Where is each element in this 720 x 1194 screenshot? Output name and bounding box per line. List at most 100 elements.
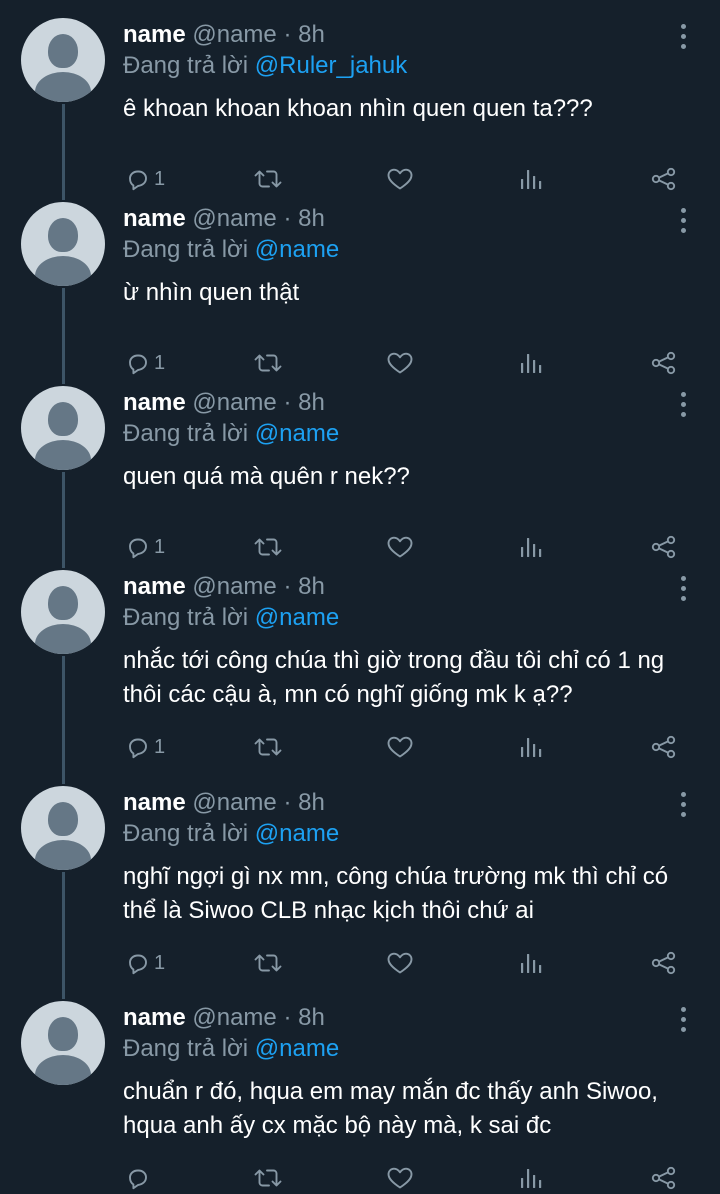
replying-to-mention[interactable]: @name (255, 420, 339, 447)
tweet-actions: 1 (0, 343, 720, 383)
retweet-icon-glyph (254, 738, 282, 756)
tweet-actions: 1 (0, 527, 720, 567)
tweet-timestamp[interactable]: 8h (298, 21, 325, 48)
retweet-button[interactable] (253, 1158, 283, 1194)
display-name[interactable]: name (123, 789, 186, 816)
replying-to-mention[interactable]: @name (255, 820, 339, 847)
retweet-icon-glyph (254, 954, 282, 972)
analytics-button[interactable] (519, 343, 543, 383)
replying-to-mention[interactable]: @Ruler_jahuk (255, 52, 407, 79)
more-vertical-icon[interactable] (676, 24, 690, 50)
share-button[interactable] (650, 1158, 678, 1194)
analytics-button[interactable] (519, 159, 543, 199)
retweet-button[interactable] (253, 343, 283, 383)
reply-button[interactable] (126, 1158, 154, 1194)
tweet-timestamp[interactable]: 8h (298, 789, 325, 816)
default-avatar-body (35, 840, 91, 870)
avatar[interactable] (21, 18, 105, 102)
reply-button[interactable]: 1 (126, 943, 165, 983)
more-vertical-icon[interactable] (676, 576, 690, 602)
user-handle[interactable]: @name (192, 21, 276, 48)
share-button[interactable] (650, 159, 678, 199)
more-vertical-icon[interactable] (676, 1007, 690, 1033)
more-dot (681, 792, 686, 797)
reply-button[interactable]: 1 (126, 343, 165, 383)
analytics-button[interactable] (519, 1158, 543, 1194)
separator-dot: · (283, 205, 292, 232)
like-button[interactable] (386, 727, 414, 767)
replying-to-label: Đang trả lời (123, 820, 249, 847)
more-vertical-icon[interactable] (676, 792, 690, 818)
separator-dot: · (283, 789, 292, 816)
replying-to-mention[interactable]: @name (255, 1035, 339, 1062)
reply-icon-glyph (129, 354, 147, 375)
retweet-icon-glyph (254, 354, 282, 372)
more-dot (681, 218, 686, 223)
reply-button[interactable]: 1 (126, 159, 165, 199)
avatar[interactable] (21, 1001, 105, 1085)
user-handle[interactable]: @name (192, 389, 276, 416)
user-handle[interactable]: @name (192, 205, 276, 232)
display-name[interactable]: name (123, 573, 186, 600)
avatar[interactable] (21, 386, 105, 470)
user-handle[interactable]: @name (192, 1004, 276, 1031)
like-button[interactable] (386, 159, 414, 199)
user-handle[interactable]: @name (192, 789, 276, 816)
tweet-header: name @name · 8h (123, 388, 325, 418)
reply-button[interactable]: 1 (126, 527, 165, 567)
more-dot (681, 228, 686, 233)
like-button[interactable] (386, 1158, 414, 1194)
tweet-timestamp[interactable]: 8h (298, 205, 325, 232)
retweet-icon-glyph (254, 538, 282, 556)
share-button[interactable] (650, 527, 678, 567)
analytics-icon (519, 167, 543, 191)
analytics-icon-glyph (521, 1169, 542, 1188)
tweet-timestamp[interactable]: 8h (298, 389, 325, 416)
share-icon (650, 735, 678, 759)
analytics-button[interactable] (519, 727, 543, 767)
more-dot (681, 402, 686, 407)
heart-icon-glyph (387, 352, 413, 374)
tweet-timestamp[interactable]: 8h (298, 1004, 325, 1031)
like-button[interactable] (386, 527, 414, 567)
retweet-button[interactable] (253, 159, 283, 199)
avatar[interactable] (21, 786, 105, 870)
like-button[interactable] (386, 343, 414, 383)
avatar[interactable] (21, 570, 105, 654)
more-vertical-icon[interactable] (676, 392, 690, 418)
retweet-button[interactable] (253, 527, 283, 567)
reply-count: 1 (154, 351, 166, 374)
display-name[interactable]: name (123, 1004, 186, 1031)
display-name[interactable]: name (123, 205, 186, 232)
user-handle[interactable]: @name (192, 573, 276, 600)
display-name[interactable]: name (123, 389, 186, 416)
avatar[interactable] (21, 202, 105, 286)
heart-icon-glyph (387, 1167, 413, 1189)
more-dot (681, 1017, 686, 1022)
separator-dot: · (283, 1004, 292, 1031)
reply-thread: name @name · 8h Đang trả lời @Ruler_jahuk… (0, 0, 720, 1194)
retweet-icon (253, 535, 283, 559)
reply-count: 1 (154, 735, 166, 758)
share-icon (650, 951, 678, 975)
share-icon-glyph (651, 951, 676, 975)
more-vertical-icon[interactable] (676, 208, 690, 234)
retweet-button[interactable] (253, 727, 283, 767)
more-dot (681, 1007, 686, 1012)
replying-to-mention[interactable]: @name (255, 236, 339, 263)
reply-button[interactable]: 1 (126, 727, 165, 767)
tweet-timestamp[interactable]: 8h (298, 573, 325, 600)
analytics-button[interactable] (519, 527, 543, 567)
tweet-actions: 1 (0, 943, 720, 983)
tweet-text: quen quá mà quên r nek?? (123, 463, 410, 490)
analytics-icon-glyph (521, 954, 542, 973)
like-button[interactable] (386, 943, 414, 983)
analytics-button[interactable] (519, 943, 543, 983)
share-button[interactable] (650, 727, 678, 767)
reply-icon-glyph (129, 738, 147, 759)
display-name[interactable]: name (123, 21, 186, 48)
retweet-button[interactable] (253, 943, 283, 983)
share-button[interactable] (650, 943, 678, 983)
share-button[interactable] (650, 343, 678, 383)
replying-to-mention[interactable]: @name (255, 604, 339, 631)
